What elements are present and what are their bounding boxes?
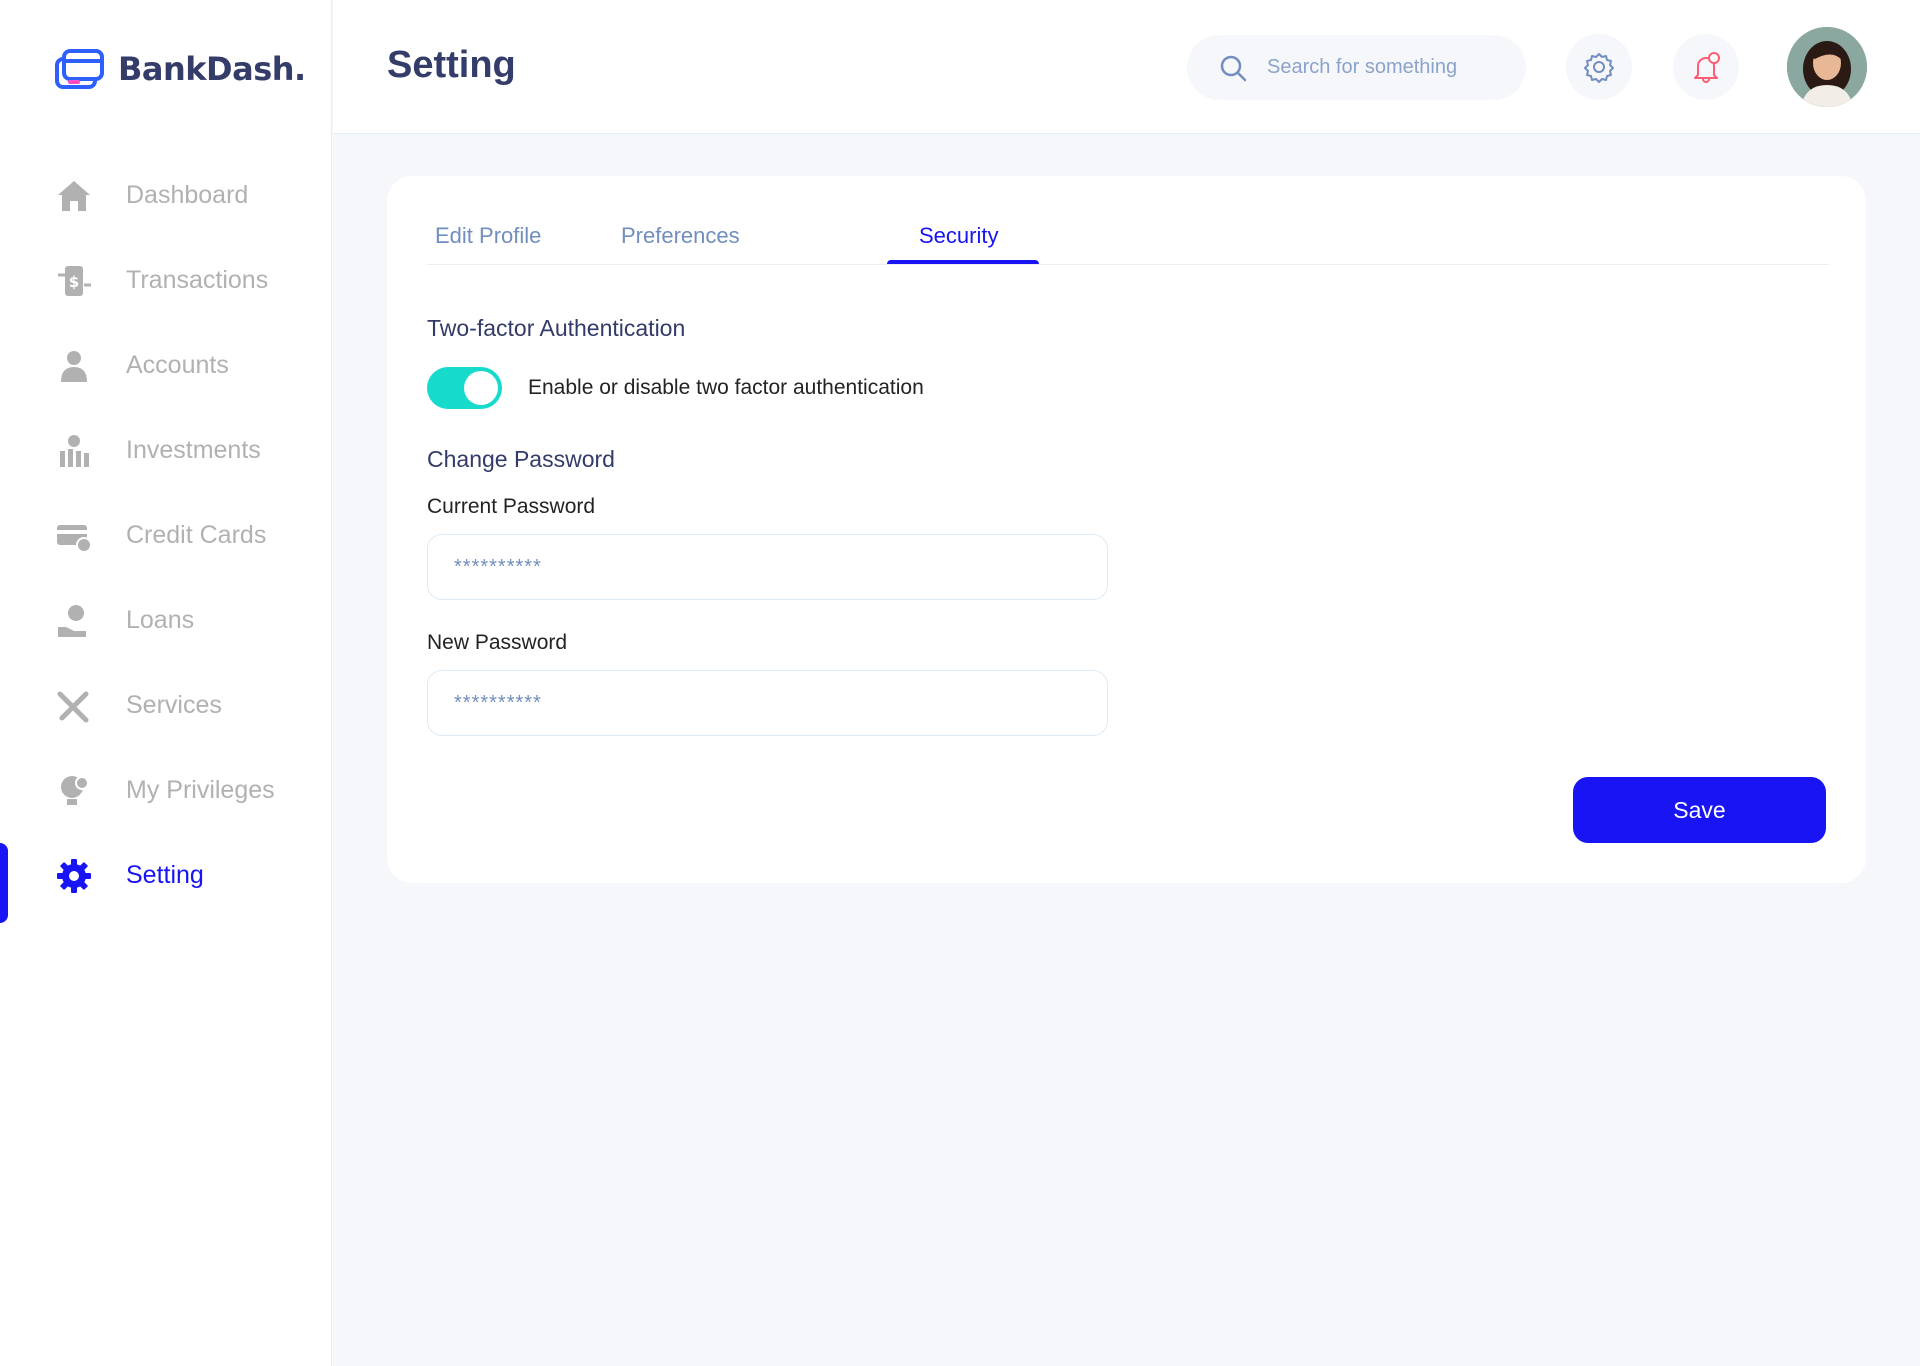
user-icon: [56, 348, 92, 384]
logo-icon: [55, 49, 104, 89]
sidebar-nav: Dashboard $ Transactions Accounts Invest…: [0, 153, 332, 923]
settings-tabs: Edit Profile Preferences Security: [427, 176, 1829, 265]
notifications-button[interactable]: [1673, 34, 1739, 100]
gear-icon: [56, 858, 92, 894]
tab-edit-profile[interactable]: Edit Profile: [435, 223, 541, 249]
settings-card: Edit Profile Preferences Security Two-fa…: [387, 176, 1866, 883]
credit-card-icon: [56, 518, 92, 554]
privilege-icon: [56, 773, 92, 809]
tools-icon: [56, 688, 92, 724]
bell-icon: [1694, 52, 1720, 83]
search-icon: [1220, 55, 1247, 81]
sidebar-item-label: Transactions: [126, 266, 269, 294]
avatar[interactable]: [1787, 27, 1867, 107]
tab-preferences[interactable]: Preferences: [621, 223, 740, 249]
sidebar-item-setting[interactable]: Setting: [0, 833, 332, 923]
transfer-icon: $: [56, 263, 92, 299]
settings-button[interactable]: [1566, 34, 1632, 100]
new-password-field[interactable]: **********: [427, 670, 1108, 736]
sidebar-item-label: My Privileges: [126, 776, 275, 804]
sidebar-item-label: Setting: [126, 861, 204, 889]
two-factor-toggle[interactable]: [427, 367, 502, 409]
gear-icon: [1584, 53, 1614, 83]
sidebar-item-label: Dashboard: [126, 181, 249, 209]
two-factor-description: Enable or disable two factor authenticat…: [528, 376, 924, 399]
save-button[interactable]: Save: [1573, 777, 1826, 843]
sidebar-item-services[interactable]: Services: [0, 663, 332, 748]
sidebar-item-loans[interactable]: Loans: [0, 578, 332, 663]
sidebar-item-my-privileges[interactable]: My Privileges: [0, 748, 332, 833]
active-indicator: [0, 843, 8, 923]
sidebar-item-label: Accounts: [126, 351, 229, 379]
new-password-value: **********: [454, 691, 542, 714]
two-factor-title: Two-factor Authentication: [427, 315, 686, 341]
investment-icon: [56, 433, 92, 469]
current-password-field[interactable]: **********: [427, 534, 1108, 600]
page-title: Setting: [387, 44, 516, 86]
brand-logo[interactable]: BankDash.: [54, 47, 306, 91]
sidebar-item-investments[interactable]: Investments: [0, 408, 332, 493]
sidebar-item-transactions[interactable]: $ Transactions: [0, 238, 332, 323]
sidebar-item-accounts[interactable]: Accounts: [0, 323, 332, 408]
avatar-image: [1787, 27, 1867, 107]
sidebar-item-label: Loans: [126, 606, 195, 634]
top-header: Setting: [333, 0, 1920, 134]
sidebar-item-label: Services: [126, 691, 222, 719]
active-tab-indicator: [887, 260, 1039, 264]
brand-name: BankDash.: [118, 50, 306, 88]
new-password-label: New Password: [427, 631, 568, 654]
home-icon: [56, 178, 92, 214]
sidebar-item-label: Credit Cards: [126, 521, 267, 549]
current-password-label: Current Password: [427, 495, 596, 518]
loan-icon: [56, 603, 92, 639]
change-password-title: Change Password: [427, 446, 615, 472]
sidebar: BankDash. Dashboard $ Transactions Accou…: [0, 0, 332, 1366]
current-password-value: **********: [454, 555, 542, 578]
toggle-knob: [464, 371, 498, 405]
sidebar-item-credit-cards[interactable]: Credit Cards: [0, 493, 332, 578]
tab-security[interactable]: Security: [919, 223, 998, 249]
sidebar-item-label: Investments: [126, 436, 261, 464]
search-bar[interactable]: [1187, 35, 1526, 100]
svg-text:$: $: [69, 273, 79, 291]
sidebar-item-dashboard[interactable]: Dashboard: [0, 153, 332, 238]
search-input[interactable]: [1267, 56, 1497, 79]
